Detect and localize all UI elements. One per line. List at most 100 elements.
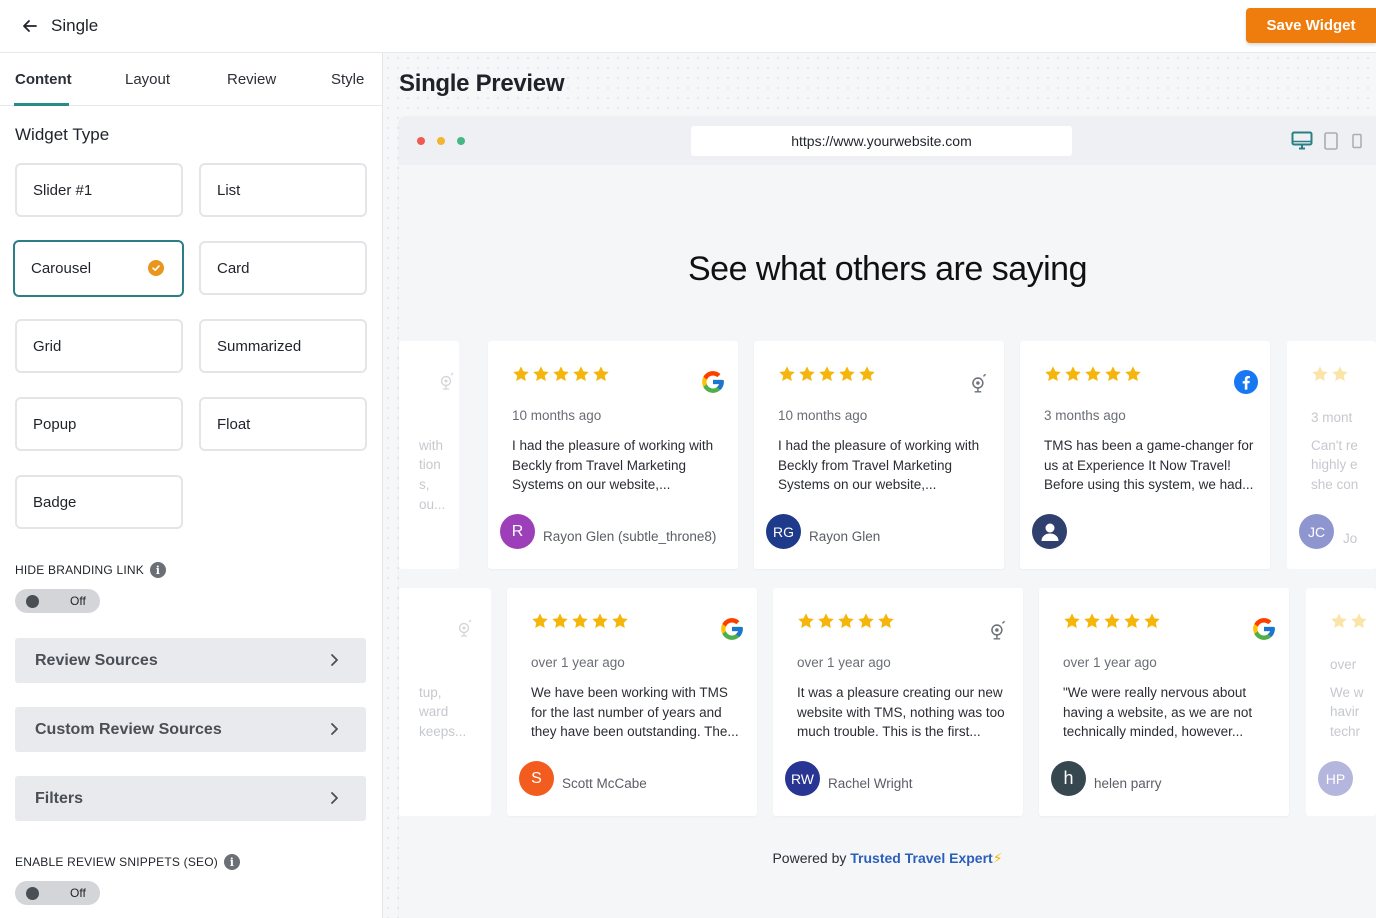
star-icon xyxy=(513,366,529,382)
star-rating xyxy=(1330,612,1368,630)
tripadvisor-icon xyxy=(972,373,987,393)
star-icon xyxy=(819,366,835,382)
review-card[interactable]: over 1 year ago It was a pleasure creati… xyxy=(773,588,1023,816)
review-card[interactable]: over 1 year ago "We were really nervous … xyxy=(1039,588,1289,816)
tab-content[interactable]: Content xyxy=(15,71,72,88)
seo-snippets-text: ENABLE REVIEW SNIPPETS (SEO) xyxy=(15,855,218,869)
widget-type-label: Card xyxy=(217,259,250,277)
user-icon xyxy=(1041,523,1058,541)
review-card[interactable]: over 1 year ago We have been working wit… xyxy=(507,588,757,816)
reviewer-name: Rayon Glen (subtle_throne8) xyxy=(543,529,717,544)
star-icon xyxy=(552,613,568,629)
faded-text: havir xyxy=(1330,704,1360,719)
faded-text: she con xyxy=(1311,477,1359,492)
star-icon xyxy=(838,613,854,629)
hide-branding-toggle[interactable]: Off xyxy=(15,589,100,613)
faded-text: s, ou... xyxy=(419,477,446,512)
faded-text: We w xyxy=(1330,685,1364,700)
star-rating xyxy=(778,365,876,383)
star-icon xyxy=(818,613,834,629)
review-card[interactable]: 10 months ago I had the pleasure of work… xyxy=(754,341,1004,569)
star-icon xyxy=(1312,366,1328,382)
seo-snippets-label: ENABLE REVIEW SNIPPETS (SEO) i xyxy=(15,854,240,870)
review-card-partial-right[interactable]: over We w havir techr HP xyxy=(1306,588,1376,816)
star-icon xyxy=(839,366,855,382)
faded-text: techr xyxy=(1330,724,1361,739)
star-icon xyxy=(572,613,588,629)
widget-type-list-button[interactable]: List xyxy=(199,163,367,217)
review-card[interactable]: 3 months ago TMS has been a game-changer… xyxy=(1020,341,1270,569)
star-icon xyxy=(1084,613,1100,629)
star-icon xyxy=(1144,613,1160,629)
star-icon xyxy=(1331,613,1347,629)
hide-branding-label: HIDE BRANDING LINK i xyxy=(15,562,166,578)
review-date: 3 months ago xyxy=(1044,408,1126,423)
widget-type-label: Float xyxy=(217,415,251,433)
faded-text: tup, xyxy=(419,685,442,700)
widget-type-grid-button[interactable]: Grid xyxy=(15,319,183,373)
faded-text: Jo xyxy=(1343,531,1358,546)
faded-text: keeps... xyxy=(419,724,467,739)
desktop-view-icon[interactable] xyxy=(1291,131,1313,151)
widget-type-card-button[interactable]: Card xyxy=(199,241,367,295)
browser-mockup: https://www.yourwebsite.com See what oth… xyxy=(399,117,1376,918)
sidebar-tabs: Content Layout Review Style xyxy=(0,53,382,106)
tripadvisor-icon xyxy=(991,620,1006,640)
back-arrow-icon[interactable] xyxy=(20,16,40,36)
widget-type-popup-button[interactable]: Popup xyxy=(15,397,183,451)
tablet-view-icon[interactable] xyxy=(1324,131,1338,151)
url-bar: https://www.yourwebsite.com xyxy=(691,126,1072,156)
star-icon xyxy=(799,366,815,382)
review-date: 10 months ago xyxy=(512,408,602,423)
save-widget-button[interactable]: Save Widget xyxy=(1246,8,1376,43)
seo-snippets-toggle[interactable]: Off xyxy=(15,881,100,905)
tab-review[interactable]: Review xyxy=(227,71,276,88)
star-rating xyxy=(1311,365,1349,383)
tab-style[interactable]: Style xyxy=(331,71,364,88)
review-card[interactable]: 10 months ago I had the pleasure of work… xyxy=(488,341,738,569)
powered-by-brand-link[interactable]: Trusted Travel Expert xyxy=(850,850,992,866)
widget-type-badge-button[interactable]: Badge xyxy=(15,475,183,529)
widget-type-summarized-button[interactable]: Summarized xyxy=(199,319,367,373)
star-rating xyxy=(1044,365,1142,383)
check-icon xyxy=(148,260,164,276)
star-icon xyxy=(1064,613,1080,629)
review-text: We have been working with TMS for the la… xyxy=(531,685,739,739)
tripadvisor-icon xyxy=(458,619,472,637)
review-text: "We were really nervous about having a w… xyxy=(1063,685,1253,739)
reviewer-name: Rachel Wright xyxy=(828,776,913,791)
mobile-view-icon[interactable] xyxy=(1352,133,1362,149)
star-icon xyxy=(592,613,608,629)
info-icon[interactable]: i xyxy=(149,562,166,578)
widget-type-float-button[interactable]: Float xyxy=(199,397,367,451)
widget-type-slider-button[interactable]: Slider #1 xyxy=(15,163,183,217)
tab-layout[interactable]: Layout xyxy=(125,71,170,88)
avatar: RW xyxy=(785,761,820,796)
accordion-label: Custom Review Sources xyxy=(35,720,222,738)
review-card-partial-left[interactable]: tup, ward keeps... xyxy=(399,588,491,816)
star-icon xyxy=(858,613,874,629)
filters-accordion[interactable]: Filters xyxy=(15,776,366,821)
widget-type-label: Summarized xyxy=(217,337,302,355)
info-icon[interactable]: i xyxy=(223,854,240,870)
preview-title: Single Preview xyxy=(399,70,565,97)
page-title: Single xyxy=(51,16,99,35)
avatar: h xyxy=(1051,761,1086,796)
chevron-right-icon xyxy=(331,723,338,735)
avatar xyxy=(1032,514,1067,549)
powered-by: Powered by Trusted Travel Expert⚡ xyxy=(399,850,1376,867)
star-icon xyxy=(1124,613,1140,629)
avatar: S xyxy=(519,761,554,796)
review-sources-accordion[interactable]: Review Sources xyxy=(15,638,366,683)
widget-type-label: Carousel xyxy=(31,260,92,277)
custom-review-sources-accordion[interactable]: Custom Review Sources xyxy=(15,707,366,752)
widget-type-title: Widget Type xyxy=(15,125,110,144)
review-card-partial-right[interactable]: 3 mont Can't re highly e she con JC Jo xyxy=(1287,341,1376,569)
review-card-partial-left[interactable]: with tion s, ou... xyxy=(399,341,459,569)
window-maximize-dot xyxy=(457,137,465,145)
avatar: RG xyxy=(766,514,801,549)
google-icon xyxy=(721,618,743,640)
widget-type-carousel-button[interactable]: Carousel xyxy=(13,240,184,297)
top-bar: Single Save Widget xyxy=(0,0,1376,53)
facebook-icon xyxy=(1234,370,1258,394)
